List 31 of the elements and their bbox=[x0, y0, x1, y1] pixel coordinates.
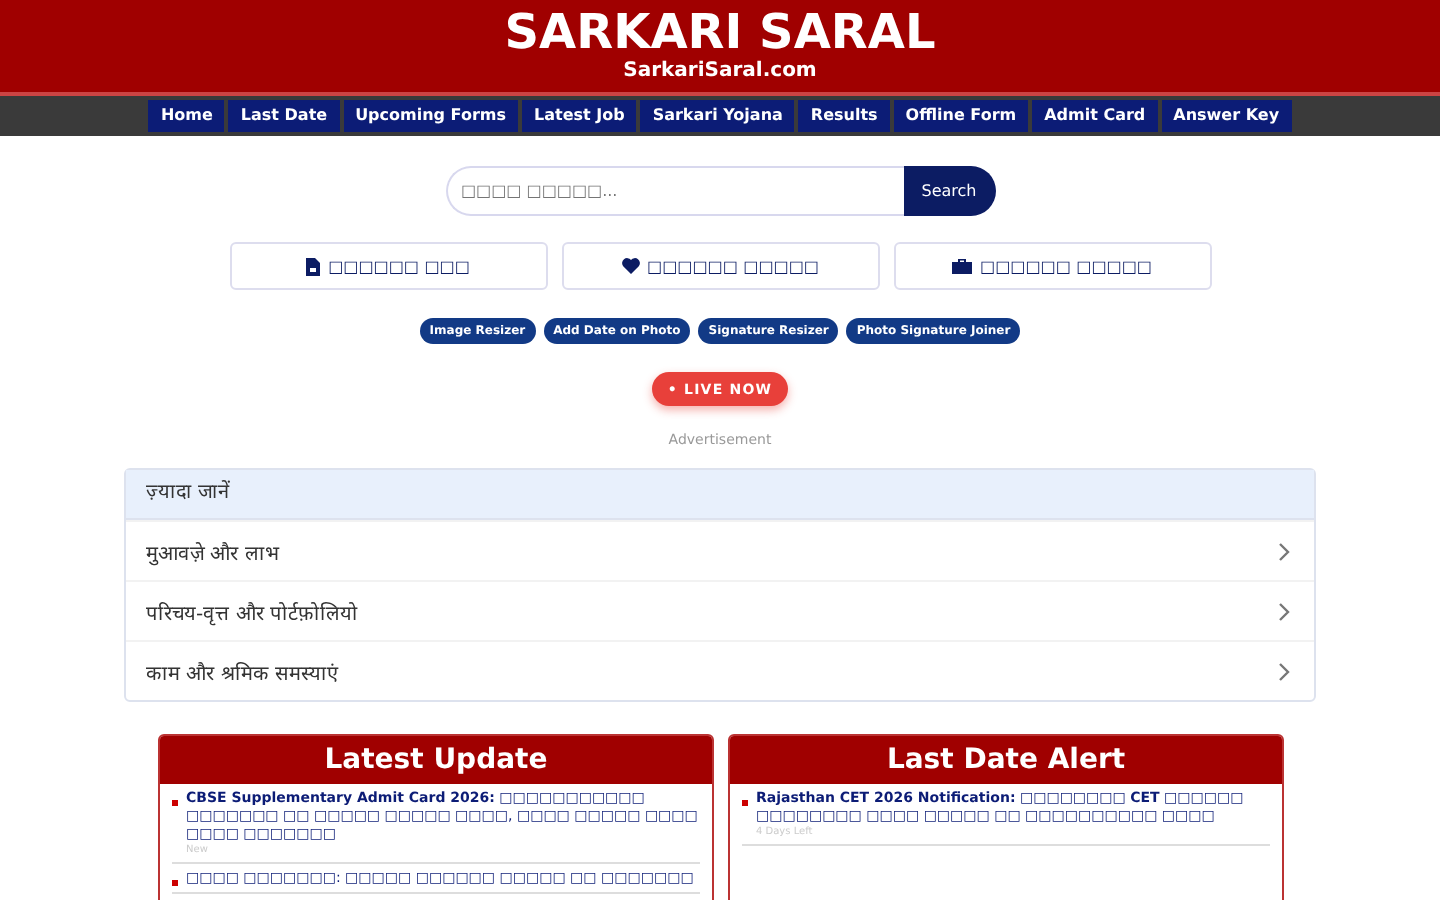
bullet-icon bbox=[172, 880, 178, 886]
chevron-right-icon bbox=[1278, 601, 1290, 621]
chevron-right-icon bbox=[1278, 661, 1290, 681]
nav-link[interactable]: Sarkari Yojana bbox=[640, 100, 795, 132]
nav-link[interactable]: Last Date bbox=[228, 100, 340, 132]
site-title: SARKARI SARAL bbox=[502, 4, 938, 60]
accordion-item[interactable]: परिचय-वृत्त और पोर्टफ़ोलियो bbox=[126, 580, 1314, 640]
nav-link[interactable]: Results bbox=[798, 100, 890, 132]
panel-title: Latest Update bbox=[160, 736, 712, 784]
bullet-icon bbox=[172, 800, 178, 806]
quick-link-button[interactable]: □□□□□□ □□□ bbox=[229, 242, 547, 290]
briefcase-icon bbox=[952, 258, 973, 274]
nav-link[interactable]: Home bbox=[148, 100, 225, 132]
accordion-item[interactable]: मुआवज़े और लाभ bbox=[126, 520, 1314, 580]
file-icon bbox=[306, 257, 321, 275]
panel-title: Last Date Alert bbox=[730, 736, 1282, 784]
heart-icon bbox=[621, 258, 640, 274]
quick-link-button[interactable]: □□□□□□ □□□□□ bbox=[893, 242, 1211, 290]
search-field[interactable]: □□□□ □□□□□... bbox=[445, 166, 903, 216]
quick-link-button[interactable]: □□□□□□ □□□□□ bbox=[561, 242, 879, 290]
nav-link[interactable]: Admit Card bbox=[1032, 100, 1158, 132]
nav-link[interactable]: Offline Form bbox=[893, 100, 1029, 132]
nav-link[interactable]: Latest Job bbox=[522, 100, 637, 132]
accordion-item[interactable]: काम और श्रमिक समस्याएं bbox=[126, 640, 1314, 700]
nav-link[interactable]: Upcoming Forms bbox=[343, 100, 518, 132]
accordion-title: ज़्यादा जानें bbox=[126, 470, 1314, 520]
search-button[interactable]: Search bbox=[903, 166, 995, 216]
chevron-right-icon bbox=[1278, 541, 1290, 561]
bullet-icon bbox=[742, 800, 748, 806]
site-url: SarkariSaral.com bbox=[621, 60, 819, 84]
nav-link[interactable]: Answer Key bbox=[1161, 100, 1292, 132]
